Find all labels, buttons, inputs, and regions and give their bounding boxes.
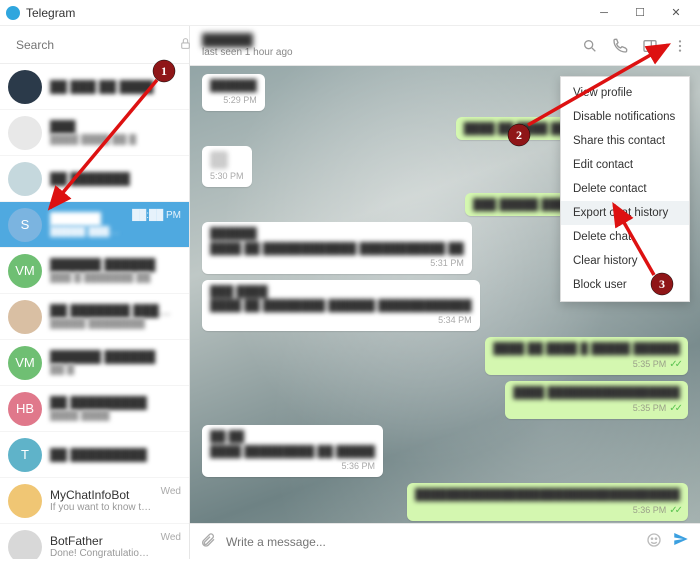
search-icon[interactable] <box>582 38 598 54</box>
chat-preview: █████ ████████ <box>50 318 173 329</box>
chat-preview: ██ █ <box>50 364 173 375</box>
chat-name: ██ ███ ██ ████ <box>50 80 173 94</box>
chat-list-item[interactable]: S ███████████ ███████ ██ █ ███ ██:██ PM <box>0 202 189 248</box>
chat-time: Wed <box>161 532 181 543</box>
avatar: VM <box>8 254 42 288</box>
chat-header: ██████ last seen 1 hour ago <box>190 26 700 66</box>
emoji-icon[interactable] <box>646 532 662 551</box>
minimize-button[interactable]: ─ <box>586 0 622 26</box>
chat-preview: ███ █ ███████ ██ <box>50 272 173 283</box>
chat-list-item[interactable]: VM ██████ █████████ █ ███████ ██ <box>0 248 189 294</box>
message-in[interactable]: ███ ████████ ██ ████████ ██████ ████████… <box>202 280 480 331</box>
chat-peer-status: last seen 1 hour ago <box>202 47 572 58</box>
chat-name: ██ █████████ <box>50 396 173 410</box>
chat-name: ███ <box>50 120 173 134</box>
call-icon[interactable] <box>612 38 628 54</box>
message-in[interactable]: ██████5:29 PM <box>202 74 265 111</box>
avatar <box>8 300 42 334</box>
chat-preview: If you want to know the Chat ... <box>50 502 153 513</box>
menu-item-export-chat-history[interactable]: Export chat history <box>561 201 689 225</box>
avatar: HB <box>8 392 42 426</box>
menu-item-disable-notifications[interactable]: Disable notifications <box>561 105 689 129</box>
app-body: ██ ███ ██ ███████████ ████ ██ ███ ██████… <box>0 26 700 559</box>
chat-name: ██ ███████ ██████ <box>50 304 173 318</box>
chat-preview: █████ ███████ ██ █ ███ <box>50 226 124 237</box>
chat-name: ██████ ██████ <box>50 350 173 364</box>
menu-item-edit-contact[interactable]: Edit contact <box>561 153 689 177</box>
chat-time: Wed <box>161 486 181 497</box>
avatar <box>8 484 42 518</box>
chat-list-item[interactable]: HB ██ █████████████ ████ <box>0 386 189 432</box>
message-in[interactable]: ██:██████ █████████ ██ █████5:36 PM <box>202 425 383 476</box>
menu-item-block-user[interactable]: Block user <box>561 273 689 297</box>
titlebar: Telegram ─ ☐ ✕ <box>0 0 700 26</box>
sidebar-top <box>0 26 189 64</box>
sidebar: ██ ███ ██ ███████████ ████ ██ ███ ██████… <box>0 26 190 559</box>
avatar: S <box>8 208 42 242</box>
menu-item-delete-chat[interactable]: Delete chat <box>561 225 689 249</box>
composer <box>190 523 700 559</box>
chat-list-item[interactable]: BotFatherDone! Congratulations on ... Wed <box>0 524 189 559</box>
message-out[interactable]: ████ █████████████████5:35 PM✓✓ <box>505 381 688 419</box>
send-button[interactable] <box>672 530 690 553</box>
chat-preview: ████ ████ <box>50 410 173 421</box>
more-icon[interactable] <box>672 38 688 54</box>
chat-list-item[interactable]: VM ██████ ████████ █ <box>0 340 189 386</box>
chat-name: ██████ ██████ <box>50 258 173 272</box>
chat-name: BotFather <box>50 534 153 548</box>
message-out[interactable]: ██████████████████████████████████5:36 P… <box>407 483 688 521</box>
message-out[interactable]: ████ ██ ████ █ █████ ██████5:35 PM✓✓ <box>485 337 688 375</box>
chat-list-item[interactable]: ███████ ████ ██ █ <box>0 110 189 156</box>
sidepanel-icon[interactable] <box>642 38 658 54</box>
chat-list[interactable]: ██ ███ ██ ███████████ ████ ██ ███ ██████… <box>0 64 189 559</box>
avatar <box>8 162 42 196</box>
telegram-icon <box>6 6 20 20</box>
chat-name: ██████ <box>50 212 124 226</box>
avatar <box>8 70 42 104</box>
chat-name: ██ ███████ <box>50 172 173 186</box>
chat-preview: Done! Congratulations on ... <box>50 548 153 559</box>
chat-list-item[interactable]: ██ ███████ ███████████ ████████ <box>0 294 189 340</box>
chat-peer-name: ██████ <box>202 33 572 47</box>
chat-time: ██:██ PM <box>132 210 181 221</box>
message-in[interactable]: ██████████ ██ ████████████ ███████████ █… <box>202 222 472 273</box>
message-in[interactable]: 5:30 PM <box>202 146 252 187</box>
search-input[interactable] <box>16 38 171 52</box>
chat-preview: ████ ████ ██ █ <box>50 134 173 145</box>
window-controls: ─ ☐ ✕ <box>586 0 694 26</box>
avatar <box>8 530 42 560</box>
maximize-button[interactable]: ☐ <box>622 0 658 26</box>
message-input[interactable] <box>226 535 636 549</box>
window-title: Telegram <box>26 6 586 20</box>
menu-item-share-this-contact[interactable]: Share this contact <box>561 129 689 153</box>
context-menu: View profileDisable notificationsShare t… <box>560 76 690 302</box>
avatar: VM <box>8 346 42 380</box>
chat-list-item[interactable]: T ██ █████████ <box>0 432 189 478</box>
chat-list-item[interactable]: ██ ███ ██ ████ <box>0 64 189 110</box>
chat-name: ██ █████████ <box>50 448 173 462</box>
chat-name: MyChatInfoBot <box>50 488 153 502</box>
chat-list-item[interactable]: ██ ███████ <box>0 156 189 202</box>
menu-item-clear-history[interactable]: Clear history <box>561 249 689 273</box>
menu-item-view-profile[interactable]: View profile <box>561 81 689 105</box>
avatar <box>8 116 42 150</box>
avatar: T <box>8 438 42 472</box>
close-button[interactable]: ✕ <box>658 0 694 26</box>
chat-list-item[interactable]: MyChatInfoBotIf you want to know the Cha… <box>0 478 189 524</box>
menu-item-delete-contact[interactable]: Delete contact <box>561 177 689 201</box>
chat-pane: ██████ last seen 1 hour ago ██████5:29 P… <box>190 26 700 559</box>
attach-icon[interactable] <box>200 532 216 552</box>
